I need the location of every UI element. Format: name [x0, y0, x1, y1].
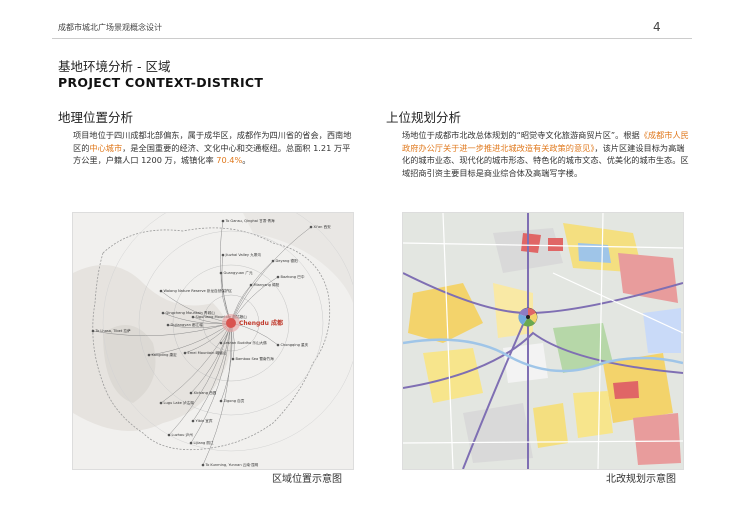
destination-label: Deyang 德阳 [276, 258, 299, 263]
destination-label: Dujiangyan 都江堰 [171, 322, 204, 327]
destination-dot [191, 419, 195, 423]
destination-dot [91, 329, 95, 333]
regional-map-graphic: To Gansu, Qinghai 甘肃·青海 Xi'an 西安 Jiuzhai V… [73, 213, 353, 467]
destination-label: To Gansu, Qinghai 甘肃·青海 [225, 218, 276, 223]
destination-dot [166, 323, 170, 327]
planning-map-graphic [403, 213, 683, 469]
hub-label: Chengdu 成都 [239, 319, 283, 327]
destination-dot [191, 315, 195, 319]
destination-dot [201, 463, 205, 467]
destination-label: Lugu Lake 泸沽湖 [164, 400, 195, 405]
destination-dot [189, 391, 193, 395]
destination-dot [167, 433, 171, 437]
destination-dot [219, 399, 223, 403]
page-title-cn: 基地环境分析 - 区域 [58, 59, 171, 74]
destination-label: Guangyuan 广元 [224, 270, 253, 275]
destination-dot [161, 311, 165, 315]
page-title-en: PROJECT CONTEXT-DISTRICT [58, 75, 264, 90]
destination-label: Bamboo Sea 蜀南竹海 [236, 356, 275, 361]
destination-label: Jiuzhai Valley 九寨沟 [225, 252, 262, 257]
destination-label: Yibin 宜宾 [196, 418, 213, 423]
location-analysis-title: 地理位置分析 [58, 110, 134, 125]
destination-label: Luzhou 泸州 [172, 432, 194, 437]
planning-analysis-title: 上位规划分析 [386, 110, 462, 125]
destination-dot [276, 343, 280, 347]
location-highlight-city: 中心城市 [89, 142, 123, 153]
destination-label: Bazhong 巴中 [281, 274, 305, 279]
destination-dot [271, 259, 275, 263]
destination-dot [189, 441, 193, 445]
destination-label: Emei Mountain 峨眉山 [188, 350, 227, 355]
destination-label: Leshan Buddha 乐山大佛 [224, 340, 268, 345]
destination-dot [183, 351, 187, 355]
planning-text-part-1: 场地位于成都市北改总体规划的“昭觉寺文化旅游商贸片区”。根据 [402, 130, 640, 140]
north-reform-planning-map [402, 212, 684, 470]
doc-header: 成都市城北广场景观概念设计 [58, 23, 162, 32]
planning-analysis-text: 场地位于成都市北改总体规划的“昭觉寺文化旅游商贸片区”。根据《成都市人民政府办公… [402, 129, 690, 180]
regional-location-map: To Gansu, Qinghai 甘肃·青海 Xi'an 西安 Jiuzhai V… [72, 212, 354, 470]
destination-dot [219, 341, 223, 345]
destination-dot [147, 353, 151, 357]
destination-label: Zigong 自贡 [224, 398, 245, 403]
destination-dot [221, 253, 225, 257]
destination-dot [231, 357, 235, 361]
destination-label: Xichang 西昌 [194, 390, 217, 395]
destination-label: Xi'an 西安 [314, 224, 332, 229]
destination-label: Kangding 康定 [152, 352, 178, 357]
destination-label: Wolong Nature Reserve 卧龙自然保护区 [164, 288, 233, 293]
location-text-part-3: 。 [242, 155, 251, 166]
destination-dot [159, 401, 163, 405]
planning-map-caption: 北改规划示意图 [606, 474, 676, 485]
destination-dot [219, 271, 223, 275]
destination-label: Siguniang Mountain 四姑娘山 [196, 314, 248, 319]
destination-label: Chongqing 重庆 [281, 342, 309, 347]
destination-label: Mianyang 绵阳 [254, 282, 280, 287]
destination-dot [249, 283, 253, 287]
destination-dot [276, 275, 280, 279]
destination-label: Lijiang 丽江 [194, 440, 214, 445]
destination-label: To Lhasa, Tibet 拉萨 [95, 328, 131, 333]
destination-dot [221, 219, 225, 223]
location-analysis-text: 项目地位于四川成都北部偏东，属于成华区，成都作为四川省的省会，西南地区的中心城市… [73, 129, 358, 167]
location-highlight-rate: 70.4% [216, 155, 243, 166]
page-number: 4 [653, 20, 661, 34]
header-rule [52, 38, 692, 39]
regional-map-caption: 区域位置示意图 [272, 474, 342, 485]
destination-dot [159, 289, 163, 293]
destination-label: To Kunming, Yunnan 云南·昆明 [205, 462, 259, 467]
destination-dot [309, 225, 313, 229]
